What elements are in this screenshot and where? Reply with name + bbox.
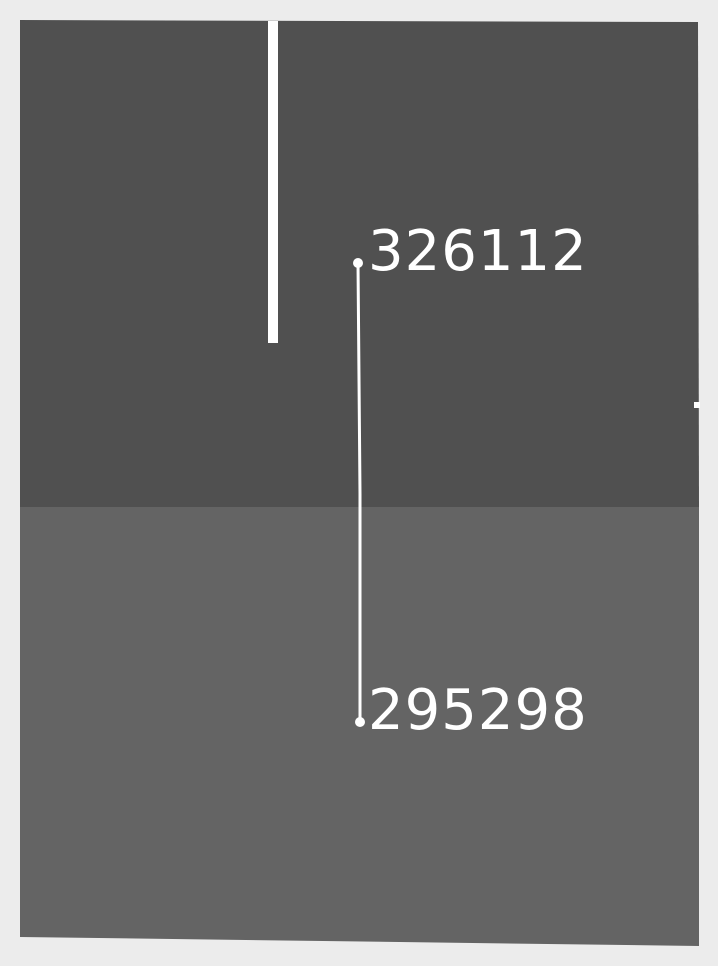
point-upper-label: 326112 <box>368 219 588 284</box>
point-lower-label: 295298 <box>368 678 588 743</box>
road-segment-vertical <box>268 21 278 343</box>
point-upper-marker[interactable] <box>353 258 363 268</box>
point-lower-marker[interactable] <box>355 717 365 727</box>
map-canvas: 326112 295298 <box>20 20 700 946</box>
road-segment-edge-tick <box>694 402 700 408</box>
